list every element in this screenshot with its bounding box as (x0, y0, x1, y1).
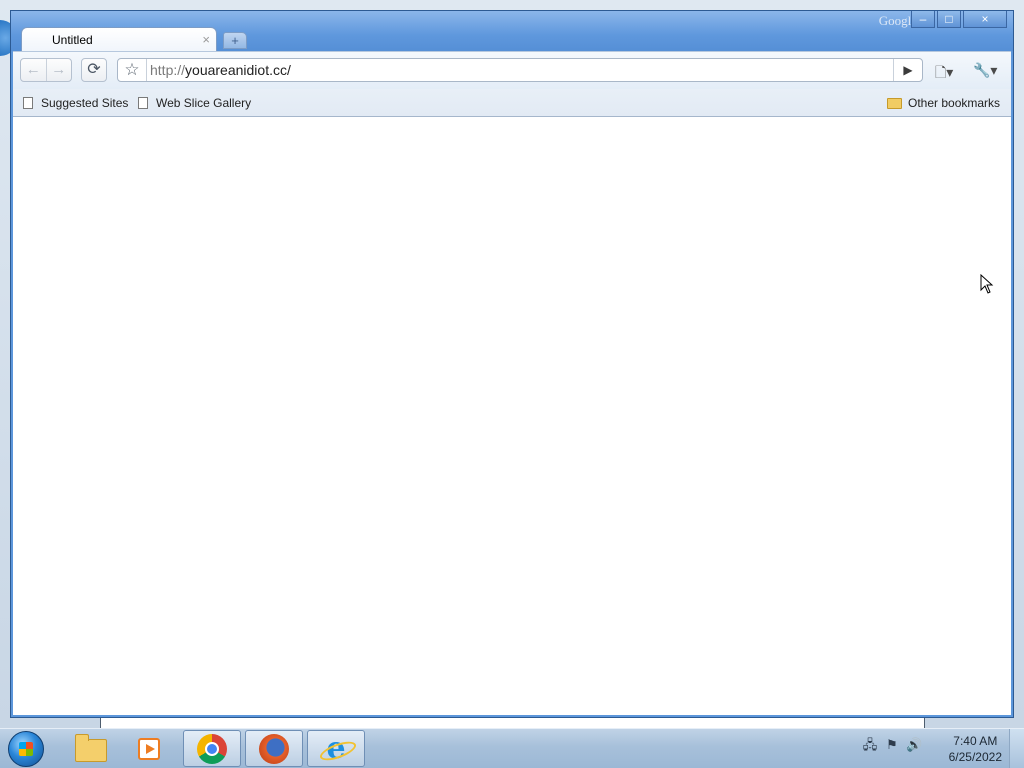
url-host: youareanidiot.cc/ (185, 62, 291, 78)
back-button[interactable]: ← (21, 59, 47, 81)
taskbar-windows-media-player[interactable] (121, 730, 179, 767)
taskbar-firefox[interactable] (245, 730, 303, 767)
page-menu-button[interactable]: 🗋▾ (935, 62, 953, 86)
reload-icon: ⟳ (87, 61, 101, 78)
back-forward-group: ← → (20, 58, 72, 82)
firefox-icon (259, 734, 289, 764)
tab-title: Untitled (52, 33, 93, 47)
action-center-flag-icon[interactable]: ⚑ (884, 737, 900, 753)
taskbar-internet-explorer[interactable]: e (307, 730, 365, 767)
page-content[interactable] (13, 117, 1011, 715)
folder-icon (75, 734, 107, 762)
ie-icon: e (321, 734, 351, 764)
wrench-icon: 🔧▾ (973, 62, 998, 78)
window-controls: – □ × (909, 11, 1007, 28)
taskbar: e 🖧 ⚑ 🔊 7:40 AM 6/25/2022 (0, 728, 1024, 768)
show-desktop-button[interactable] (1009, 729, 1024, 768)
bookmarks-bar: Suggested Sites Web Slice Gallery Other … (13, 89, 1011, 117)
forward-arrow-icon: → (51, 61, 67, 78)
url-scheme: http:// (150, 62, 186, 78)
bookmark-label: Web Slice Gallery (156, 96, 252, 110)
wrench-menu-button[interactable]: 🔧▾ (973, 62, 997, 79)
play-icon: ▶ (903, 63, 913, 77)
address-bar[interactable]: ☆ http://youareanidiot.cc/ ▶ (117, 58, 923, 82)
clock-date: 6/25/2022 (948, 750, 1002, 764)
bookmark-label: Suggested Sites (41, 96, 129, 110)
forward-button[interactable]: → (47, 59, 72, 81)
clock[interactable]: 7:40 AM 6/25/2022 (949, 733, 1002, 765)
bookmark-web-slice-gallery[interactable]: Web Slice Gallery (138, 96, 251, 110)
network-icon[interactable]: 🖧 (862, 737, 878, 753)
chrome-browser-window: Google – □ × Untitled × + ← → ⟳ ☆ http:/… (10, 10, 1014, 718)
maximize-button[interactable]: □ (937, 11, 961, 28)
minimize-button[interactable]: – (911, 11, 935, 28)
bookmark-star-icon[interactable]: ☆ (118, 59, 147, 81)
new-tab-button[interactable]: + (223, 32, 247, 49)
close-button[interactable]: × (963, 11, 1007, 28)
taskbar-google-chrome[interactable] (183, 730, 241, 767)
volume-icon[interactable]: 🔊 (906, 737, 922, 753)
taskbar-windows-explorer[interactable] (60, 730, 118, 767)
chrome-icon (197, 734, 227, 764)
back-arrow-icon: ← (25, 61, 41, 78)
bookmark-suggested-sites[interactable]: Suggested Sites (23, 96, 128, 110)
url-field[interactable]: http://youareanidiot.cc/ (150, 62, 291, 78)
clock-time: 7:40 AM (953, 734, 998, 748)
reload-button[interactable]: ⟳ (81, 58, 107, 82)
start-button[interactable] (8, 731, 44, 767)
title-bar[interactable]: Google – □ × Untitled × + (11, 11, 1013, 52)
system-tray: 🖧 ⚑ 🔊 (862, 737, 922, 753)
other-bookmarks-label: Other bookmarks (908, 96, 1001, 110)
tab-untitled[interactable]: Untitled × (21, 27, 217, 52)
page-menu-icon: 🗋▾ (935, 64, 954, 80)
other-bookmarks-button[interactable]: Other bookmarks (887, 96, 1000, 110)
media-player-icon (138, 738, 160, 760)
navigation-toolbar: ← → ⟳ ☆ http://youareanidiot.cc/ ▶ 🗋▾ 🔧▾ (13, 51, 1011, 89)
tab-close-icon[interactable]: × (202, 32, 210, 47)
go-button[interactable]: ▶ (893, 59, 922, 81)
folder-icon (887, 97, 902, 109)
page-icon (138, 97, 148, 109)
page-icon (23, 97, 33, 109)
